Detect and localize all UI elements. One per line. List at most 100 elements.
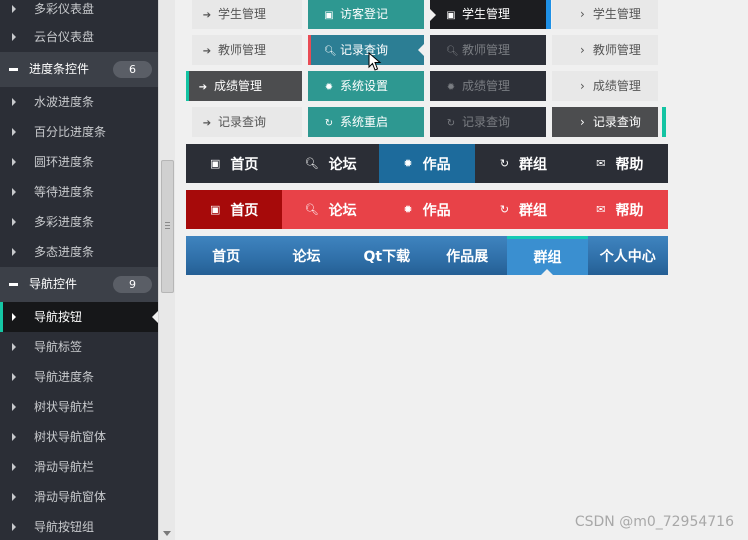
nav-button-grade-mgmt-dark[interactable]: ✹ 成绩管理 — [430, 71, 546, 101]
nav-button-grade-mgmt-selected[interactable]: ➔ 成绩管理 — [186, 71, 302, 101]
nav-button-student-mgmt-dark[interactable]: ▣ 学生管理 — [430, 0, 551, 29]
sidebar-item-nav-button[interactable]: 导航按钮 — [0, 302, 158, 332]
sidebar-item-multicolor-dashboard[interactable]: 多彩仪表盘 — [0, 0, 158, 22]
search-icon: 🔍︎ — [304, 203, 319, 216]
nav-button-system-restart[interactable]: ↻ 系统重启 — [308, 107, 424, 137]
envelope-icon: ✉ — [596, 157, 606, 170]
nav-item-showcase[interactable]: 作品展 — [427, 236, 507, 275]
caret-right-icon — [12, 373, 16, 381]
arrow-right-icon: ➔ — [202, 46, 212, 57]
button-label: 记录查询 — [218, 115, 267, 129]
notch-icon — [418, 44, 424, 56]
nav-item-label: 帮助 — [615, 156, 644, 173]
caret-right-icon — [12, 313, 16, 321]
nav-item-group[interactable]: 群组 — [507, 236, 588, 275]
nav-item-help[interactable]: ✉ 帮助 — [572, 190, 668, 229]
nav-item-qt-download[interactable]: Qt下载 — [347, 236, 427, 275]
sidebar-item-nav-progress[interactable]: 导航进度条 — [0, 362, 158, 392]
id-card-icon: ▣ — [210, 203, 221, 216]
sidebar-item-slide-nav[interactable]: 滑动导航栏 — [0, 452, 158, 482]
collapse-icon — [9, 283, 18, 286]
arrow-right-icon: ➔ — [202, 118, 212, 129]
id-card-icon: ▣ — [210, 157, 221, 170]
nav-button-grade-mgmt-plain[interactable]: › 成绩管理 — [552, 71, 658, 101]
sidebar-item-label: 多态进度条 — [34, 245, 95, 259]
nav-item-label: 作品 — [422, 156, 451, 173]
grip-line — [165, 222, 170, 223]
nav-item-label: 论坛 — [328, 202, 357, 219]
nav-item-works[interactable]: ✹ 作品 — [378, 144, 476, 183]
scrollbar-thumb[interactable] — [161, 160, 174, 293]
button-label: 记录查询 — [592, 115, 641, 129]
sidebar-item-label: 导航按钮 — [34, 310, 83, 324]
nav-item-help[interactable]: ✉ 帮助 — [572, 144, 668, 183]
caret-right-icon — [12, 33, 16, 41]
button-label: 学生管理 — [592, 7, 641, 21]
nav-button-record-query-dark[interactable]: ↻ 记录查询 — [430, 107, 546, 137]
id-card-icon: ▣ — [446, 10, 456, 21]
sidebar-item-tree-nav-form[interactable]: 树状导航窗体 — [0, 422, 158, 452]
refresh-icon: ↻ — [324, 118, 334, 129]
nav-item-label: 作品 — [422, 202, 451, 219]
nav-item-forum[interactable]: 🔍︎ 论坛 — [282, 144, 378, 183]
button-label: 记录查询 — [462, 115, 511, 129]
nav-item-group[interactable]: ↻ 群组 — [475, 190, 571, 229]
nav-button-teacher-mgmt-dark[interactable]: 🔍︎ 教师管理 — [430, 35, 546, 65]
sidebar-item-ring-progress[interactable]: 圆环进度条 — [0, 147, 158, 177]
scroll-down-arrow-icon[interactable] — [163, 531, 171, 536]
nav-button-student-mgmt-plain[interactable]: › 学生管理 — [552, 0, 658, 29]
sidebar-item-ptz-dashboard[interactable]: 云台仪表盘 — [0, 22, 158, 52]
nav-button-record-query-selected-plain[interactable]: › 记录查询 — [552, 107, 666, 137]
sidebar-item-slide-nav-form[interactable]: 滑动导航窗体 — [0, 482, 158, 512]
sidebar-item-multicolor-progress[interactable]: 多彩进度条 — [0, 207, 158, 237]
sidebar-item-tree-nav[interactable]: 树状导航栏 — [0, 392, 158, 422]
collapse-icon — [9, 68, 18, 71]
chevron-right-icon: › — [580, 43, 585, 57]
button-label: 学生管理 — [218, 7, 267, 21]
chevron-right-icon: › — [580, 115, 585, 129]
sidebar-item-percent-progress[interactable]: 百分比进度条 — [0, 117, 158, 147]
nav-item-home[interactable]: ▣ 首页 — [186, 144, 282, 183]
sidebar-group-progress[interactable]: 进度条控件 6 — [0, 52, 158, 87]
nav-button-system-settings[interactable]: ✹ 系统设置 — [308, 71, 424, 101]
sidebar-item-nav-button-group[interactable]: 导航按钮组 — [0, 512, 158, 540]
nav-button-record-query-selected[interactable]: 🔍︎ 记录查询 — [308, 35, 424, 65]
sidebar-item-multistate-progress[interactable]: 多态进度条 — [0, 237, 158, 267]
count-badge: 9 — [113, 276, 152, 293]
nav-button-record-query-light[interactable]: ➔ 记录查询 — [192, 107, 302, 137]
sidebar-item-label: 云台仪表盘 — [34, 30, 95, 44]
sidebar-item-label: 树状导航窗体 — [34, 430, 107, 444]
nav-item-works[interactable]: ✹ 作品 — [379, 190, 475, 229]
button-label: 系统设置 — [340, 79, 389, 93]
sidebar-scrollbar[interactable] — [158, 0, 175, 540]
nav-item-forum[interactable]: 论坛 — [266, 236, 346, 275]
caret-right-icon — [12, 463, 16, 471]
sidebar-item-nav-label[interactable]: 导航标签 — [0, 332, 158, 362]
nav-button-teacher-mgmt-light[interactable]: ➔ 教师管理 — [192, 35, 302, 65]
sidebar-group-label: 导航控件 — [29, 277, 78, 291]
nav-button-visitor-register[interactable]: ▣ 访客登记 — [308, 0, 424, 29]
nav-button-teacher-mgmt-plain[interactable]: › 教师管理 — [552, 35, 658, 65]
nav-item-personal-center[interactable]: 个人中心 — [588, 236, 668, 275]
nav-item-label: 首页 — [230, 202, 259, 219]
nav-item-home[interactable]: ▣ 首页 — [186, 190, 283, 229]
active-indicator — [662, 107, 666, 137]
envelope-icon: ✉ — [596, 203, 606, 216]
caret-right-icon — [12, 5, 16, 13]
nav-bar-red: ▣ 首页 🔍︎ 论坛 ✹ 作品 ↻ 群组 ✉ 帮助 — [186, 190, 668, 229]
nav-item-label: 论坛 — [292, 248, 321, 265]
sidebar-item-wait-progress[interactable]: 等待进度条 — [0, 177, 158, 207]
chevron-right-icon: › — [580, 7, 585, 21]
nav-item-forum[interactable]: 🔍︎ 论坛 — [282, 190, 378, 229]
nav-item-label: 帮助 — [615, 202, 644, 219]
nav-item-label: 个人中心 — [599, 248, 656, 265]
caret-right-icon — [12, 188, 16, 196]
nav-button-student-mgmt-light[interactable]: ➔ 学生管理 — [192, 0, 302, 29]
nav-item-group[interactable]: ↻ 群组 — [475, 144, 571, 183]
caret-right-icon — [12, 248, 16, 256]
sidebar-item-wave-progress[interactable]: 水波进度条 — [0, 87, 158, 117]
sidebar-item-label: 导航标签 — [34, 340, 83, 354]
button-label: 成绩管理 — [462, 79, 511, 93]
nav-item-home[interactable]: 首页 — [186, 236, 266, 275]
sidebar-group-navigation[interactable]: 导航控件 9 — [0, 267, 158, 302]
